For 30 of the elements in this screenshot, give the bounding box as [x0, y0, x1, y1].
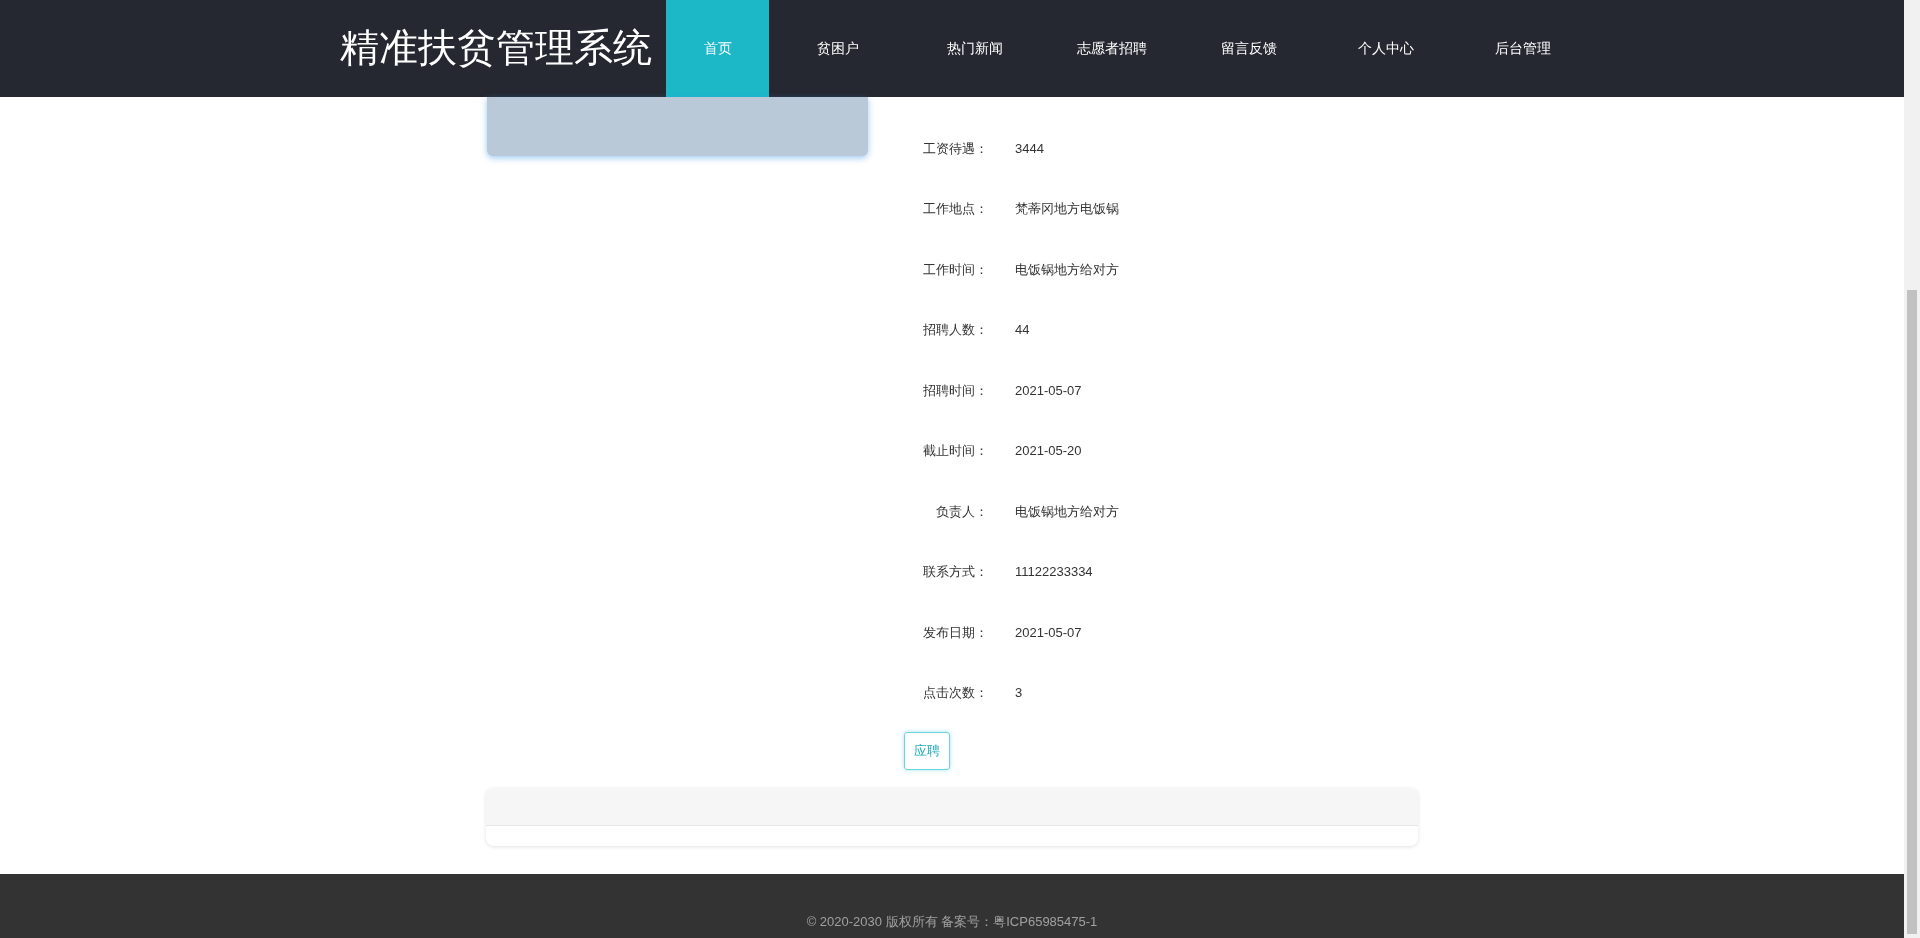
nav-link[interactable]: 贫困户	[769, 0, 906, 97]
field-label: 工作时间：	[922, 260, 988, 279]
field-value: 梵蒂冈地方电饭锅	[1015, 200, 1119, 218]
field-value: 电饭锅地方给对方	[1015, 260, 1119, 279]
scrollbar[interactable]	[1904, 0, 1920, 938]
field-value: 44	[1015, 321, 1030, 339]
field-label: 工作地点：	[922, 200, 988, 218]
site-title: 精准扶贫管理系统	[340, 25, 653, 72]
field-value: 11122233334	[1015, 563, 1093, 581]
nav-link[interactable]: 热门新闻	[906, 0, 1043, 97]
field-label: 截止时间：	[922, 442, 988, 460]
copyright-text: © 2020-2030 版权所有 备案号：粤ICP65985475-1	[806, 912, 1098, 931]
field-value: 3	[1015, 684, 1023, 702]
field-label: 招聘时间：	[922, 381, 988, 400]
scrollbar-thumb[interactable]	[1907, 290, 1917, 934]
field-label: 发布日期：	[922, 623, 988, 642]
field-label: 联系方式：	[922, 563, 988, 581]
nav-link[interactable]: 志愿者招聘	[1043, 0, 1180, 97]
field-value: 2021-05-07	[1015, 623, 1082, 642]
field-label: 负责人：	[935, 502, 988, 521]
field-value: 3444	[1015, 139, 1044, 158]
field-value: 2021-05-20	[1015, 442, 1082, 460]
field-label: 点击次数：	[922, 684, 988, 702]
nav-link[interactable]: 留言反馈	[1180, 0, 1317, 97]
nav-link[interactable]: 个人中心	[1317, 0, 1454, 97]
nav-link[interactable]: 后台管理	[1454, 0, 1591, 97]
field-label: 招聘人数：	[922, 321, 988, 339]
field-label: 工资待遇：	[922, 139, 988, 158]
field-value: 2021-05-07	[1015, 381, 1082, 400]
field-value: 电饭锅地方给对方	[1015, 502, 1119, 521]
